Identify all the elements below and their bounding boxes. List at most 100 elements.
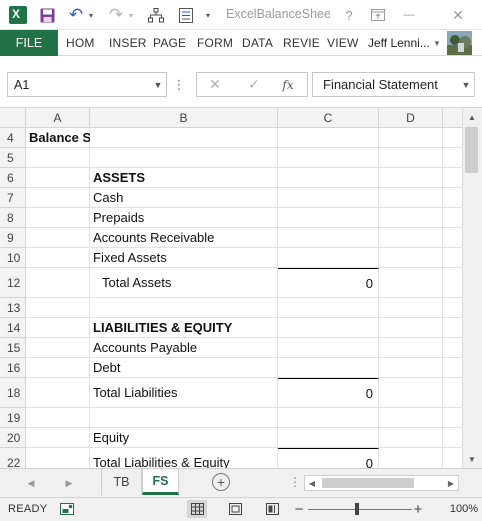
zoom-out-button[interactable]: − [292,497,306,521]
cell-e-7[interactable] [443,188,462,208]
cell-a-7[interactable] [26,188,90,208]
restore-icon[interactable] [366,3,390,27]
cell-c-14[interactable] [278,318,379,338]
cell-a-4[interactable]: Balance Sheet [26,128,118,148]
cell-e-20[interactable] [443,428,462,448]
sheet-tab-fs[interactable]: FS [142,469,179,495]
tab-review[interactable]: REVIE [283,30,320,56]
row-header[interactable]: 7 [0,188,26,208]
avatar[interactable] [447,31,472,55]
cell-e-19[interactable] [443,408,462,428]
cell-b-8[interactable]: Prepaids [90,208,278,228]
cell-b-15[interactable]: Accounts Payable [90,338,278,358]
row-header[interactable]: 13 [0,298,26,318]
cell-e-14[interactable] [443,318,462,338]
row-header[interactable]: 22 [0,448,26,468]
cell-b-13[interactable] [90,298,278,318]
select-all-corner[interactable] [0,108,26,128]
cell-e-15[interactable] [443,338,462,358]
insert-function-icon[interactable]: fx [278,72,298,97]
cell-c-22[interactable]: 0 [278,448,379,468]
name-box[interactable]: A1 [7,72,167,97]
cell-c-5[interactable] [278,148,379,168]
cell-a-9[interactable] [26,228,90,248]
cell-b-5[interactable] [90,148,278,168]
row-header[interactable]: 5 [0,148,26,168]
cell-b-7[interactable]: Cash [90,188,278,208]
column-header-a[interactable]: A [26,108,90,128]
cell-a-5[interactable] [26,148,90,168]
cell-a-12[interactable] [26,268,90,298]
prev-sheet-icon[interactable]: ◀ [22,472,40,494]
save-icon[interactable] [36,4,58,26]
cell-c-13[interactable] [278,298,379,318]
row-header[interactable]: 6 [0,168,26,188]
cell-e-13[interactable] [443,298,462,318]
cell-d-9[interactable] [379,228,443,248]
row-header[interactable]: 20 [0,428,26,448]
macro-record-icon[interactable] [60,503,74,515]
cell-b-19[interactable] [90,408,278,428]
cell-b-16[interactable]: Debt [90,358,278,378]
cell-b-20[interactable]: Equity [90,428,278,448]
cell-d-13[interactable] [379,298,443,318]
cell-b-6[interactable]: ASSETS [90,168,278,188]
user-menu-chevron-down-icon[interactable]: ▼ [433,30,441,56]
column-header-e[interactable] [443,108,462,128]
confirm-entry-icon[interactable]: ✓ [244,72,264,97]
normal-view-icon[interactable] [187,500,207,518]
cell-d-8[interactable] [379,208,443,228]
cell-d-14[interactable] [379,318,443,338]
cell-c-18[interactable]: 0 [278,378,379,408]
zoom-level[interactable]: 100% [428,497,478,521]
cell-c-6[interactable] [278,168,379,188]
cell-a-13[interactable] [26,298,90,318]
minimize-button[interactable]: — [397,3,421,27]
tab-insert[interactable]: INSER [109,30,147,56]
undo-dropdown-icon[interactable]: ▾ [86,4,96,26]
cell-a-16[interactable] [26,358,90,378]
cell-c-16[interactable] [278,358,379,378]
cell-c-19[interactable] [278,408,379,428]
cell-a-14[interactable] [26,318,90,338]
row-header[interactable]: 10 [0,248,26,268]
tab-home[interactable]: HOM [66,30,95,56]
cell-d-19[interactable] [379,408,443,428]
undo-icon[interactable]: ↶ [66,4,86,26]
cell-c-10[interactable] [278,248,379,268]
column-header-b[interactable]: B [90,108,278,128]
page-break-view-icon[interactable] [262,500,282,518]
column-header-c[interactable]: C [278,108,379,128]
sheet-tab-tb[interactable]: TB [101,469,142,495]
cell-e-16[interactable] [443,358,462,378]
cell-d-18[interactable] [379,378,443,408]
cell-d-7[interactable] [379,188,443,208]
cell-b-22[interactable]: Total Liabilities & Equity [90,448,278,468]
cell-d-22[interactable] [379,448,443,468]
row-header[interactable]: 15 [0,338,26,358]
formula-input[interactable]: Financial Statement [312,72,475,97]
cell-a-20[interactable] [26,428,90,448]
row-header[interactable]: 18 [0,378,26,408]
cell-e-12[interactable] [443,268,462,298]
cell-e-4[interactable] [443,128,462,148]
scroll-left-icon[interactable]: ◀ [305,475,319,491]
row-header[interactable]: 4 [0,128,26,148]
cell-c-15[interactable] [278,338,379,358]
cell-b-14[interactable]: LIABILITIES & EQUITY [90,318,278,338]
cell-c-7[interactable] [278,188,379,208]
cell-e-6[interactable] [443,168,462,188]
cell-d-15[interactable] [379,338,443,358]
tab-page-layout[interactable]: PAGE [153,30,186,56]
new-sheet-button[interactable]: + [212,473,230,491]
cell-d-6[interactable] [379,168,443,188]
cell-a-18[interactable] [26,378,90,408]
cell-e-5[interactable] [443,148,462,168]
cell-c-9[interactable] [278,228,379,248]
cell-a-15[interactable] [26,338,90,358]
cell-c-8[interactable] [278,208,379,228]
scroll-right-icon[interactable]: ▶ [444,475,458,491]
tab-view[interactable]: VIEW [327,30,358,56]
cell-e-22[interactable] [443,448,462,468]
tab-formulas[interactable]: FORM [197,30,233,56]
